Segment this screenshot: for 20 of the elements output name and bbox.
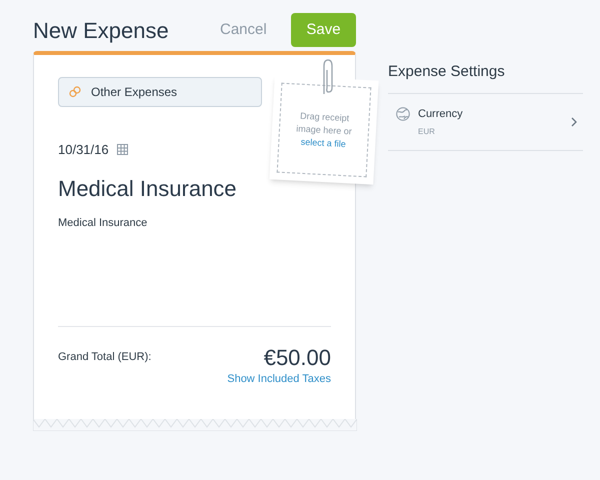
total-label: Grand Total (EUR): <box>58 350 152 364</box>
expense-description: Medical Insurance <box>58 216 148 230</box>
cancel-button[interactable]: Cancel <box>220 18 291 42</box>
total-amount: €50.00 <box>264 344 331 370</box>
expense-title: Medical Insurance <box>58 174 238 202</box>
settings-row[interactable]: Currency EUR <box>388 94 583 151</box>
page-title: New Expense <box>33 16 170 45</box>
settings-title: Expense Settings <box>388 51 583 94</box>
setting-value: EUR <box>418 126 436 138</box>
date-text: 10/31/16 <box>58 141 109 159</box>
show-taxes-link[interactable]: Show Included Taxes <box>227 370 331 387</box>
chevron-right-icon <box>571 116 577 127</box>
calendar-icon[interactable] <box>116 144 128 156</box>
globe-icon <box>396 106 410 120</box>
category-selector[interactable]: Other Expenses <box>58 77 262 107</box>
setting-label: Currency <box>418 106 464 122</box>
select-file-link[interactable]: select a file <box>300 135 346 151</box>
save-button[interactable]: Save <box>291 13 356 47</box>
circles-icon <box>69 86 81 98</box>
dropzone-text: Drag receipt image here or <box>295 109 354 138</box>
